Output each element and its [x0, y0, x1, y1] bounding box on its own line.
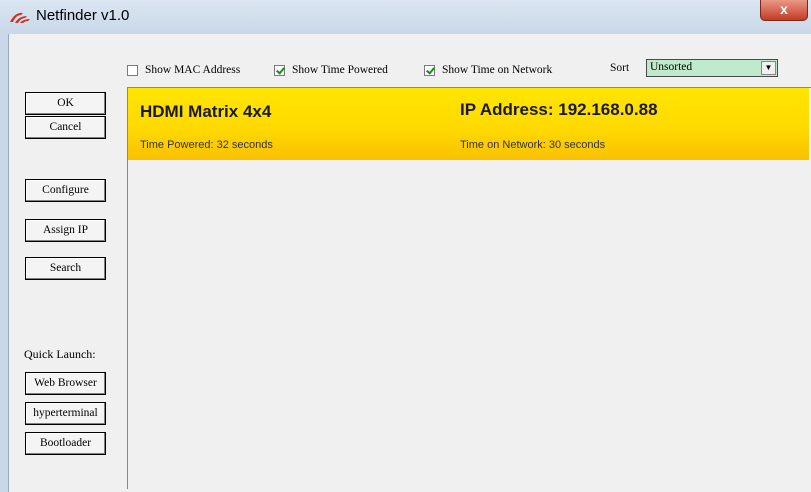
- app-logo-icon: [10, 12, 30, 23]
- web-browser-button[interactable]: Web Browser: [25, 372, 106, 395]
- device-list-item[interactable]: HDMI Matrix 4x4 IP Address: 192.168.0.88…: [128, 88, 809, 160]
- checkbox-unchecked-icon[interactable]: [127, 64, 138, 76]
- sort-label: Sort: [610, 62, 630, 74]
- sort-selected-value: Unsorted: [650, 61, 693, 73]
- bootloader-button[interactable]: Bootloader: [25, 432, 106, 455]
- show-time-powered-label: Show Time Powered: [292, 64, 388, 76]
- title-bar[interactable]: Netfinder v1.0 x: [0, 0, 811, 35]
- show-mac-checkbox[interactable]: Show MAC Address: [127, 62, 240, 78]
- configure-button[interactable]: Configure: [25, 179, 106, 202]
- close-icon: x: [780, 1, 788, 17]
- show-time-on-network-label: Show Time on Network: [442, 64, 553, 76]
- close-button[interactable]: x: [760, 0, 808, 21]
- device-time-powered: Time Powered: 32 seconds: [140, 139, 273, 151]
- sort-dropdown[interactable]: Unsorted ▼: [646, 59, 778, 77]
- window-title: Netfinder v1.0: [36, 7, 130, 24]
- checkbox-checked-icon[interactable]: [274, 64, 285, 76]
- search-button[interactable]: Search: [25, 257, 106, 280]
- chevron-down-icon[interactable]: ▼: [761, 61, 776, 75]
- show-mac-label: Show MAC Address: [145, 64, 241, 76]
- ok-button[interactable]: OK: [25, 92, 106, 115]
- show-time-powered-checkbox[interactable]: Show Time Powered: [274, 62, 388, 78]
- checkbox-checked-icon[interactable]: [424, 64, 435, 76]
- window-left-frame: [0, 34, 9, 492]
- assign-ip-button[interactable]: Assign IP: [25, 219, 106, 242]
- device-name: HDMI Matrix 4x4: [140, 102, 272, 121]
- quick-launch-label: Quick Launch:: [24, 347, 96, 361]
- show-time-on-network-checkbox[interactable]: Show Time on Network: [424, 62, 552, 78]
- cancel-button[interactable]: Cancel: [25, 116, 106, 139]
- device-ip-address: IP Address: 192.168.0.88: [460, 100, 658, 119]
- hyperterminal-button[interactable]: hyperterminal: [25, 402, 106, 425]
- device-time-on-network: Time on Network: 30 seconds: [460, 139, 606, 151]
